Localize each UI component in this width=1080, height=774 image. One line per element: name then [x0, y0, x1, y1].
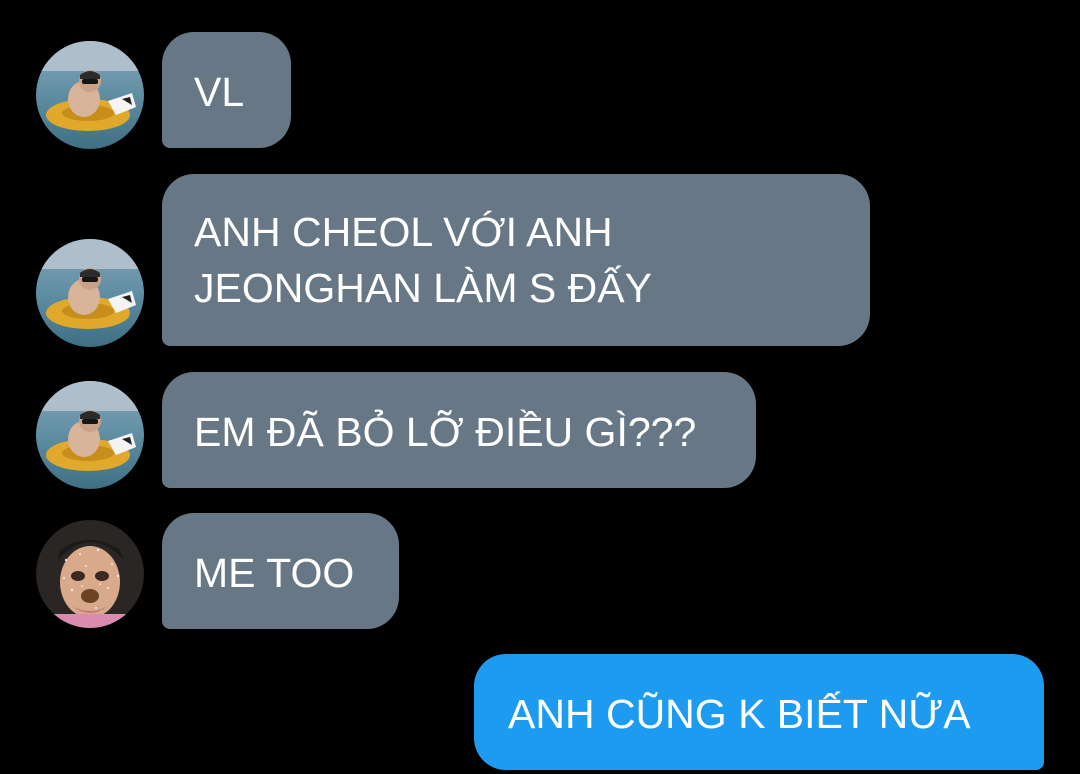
message-bubble[interactable]: EM ĐÃ BỎ LỠ ĐIỀU GÌ???	[162, 372, 756, 488]
avatar[interactable]	[36, 381, 144, 489]
avatar-photo-face-filter	[36, 520, 144, 628]
message-bubble[interactable]: VL	[162, 32, 291, 148]
message-text-line: JEONGHAN LÀM S ĐẤY	[194, 265, 652, 311]
avatar-photo-float-ring	[36, 381, 144, 489]
avatar[interactable]	[36, 41, 144, 149]
avatar-photo-float-ring	[36, 41, 144, 149]
avatar[interactable]	[36, 520, 144, 628]
message-bubble[interactable]: ANH CHEOL VỚI ANH JEONGHAN LÀM S ĐẤY	[162, 174, 870, 346]
message-text: ME TOO	[194, 550, 355, 596]
message-text-line: ANH CHEOL VỚI ANH	[194, 209, 613, 255]
message-text: VL	[194, 69, 245, 115]
message-text: EM ĐÃ BỎ LỠ ĐIỀU GÌ???	[194, 409, 697, 455]
message-bubble[interactable]: ME TOO	[162, 513, 399, 629]
avatar[interactable]	[36, 239, 144, 347]
message-thread: VL ANH CHEOL VỚI ANH JEONGHAN LÀM S ĐẤY …	[0, 0, 1080, 774]
message-text: ANH CŨNG K BIẾT NỮA	[508, 691, 971, 737]
avatar-photo-float-ring	[36, 239, 144, 347]
message-bubble-outgoing[interactable]: ANH CŨNG K BIẾT NỮA	[474, 654, 1044, 770]
